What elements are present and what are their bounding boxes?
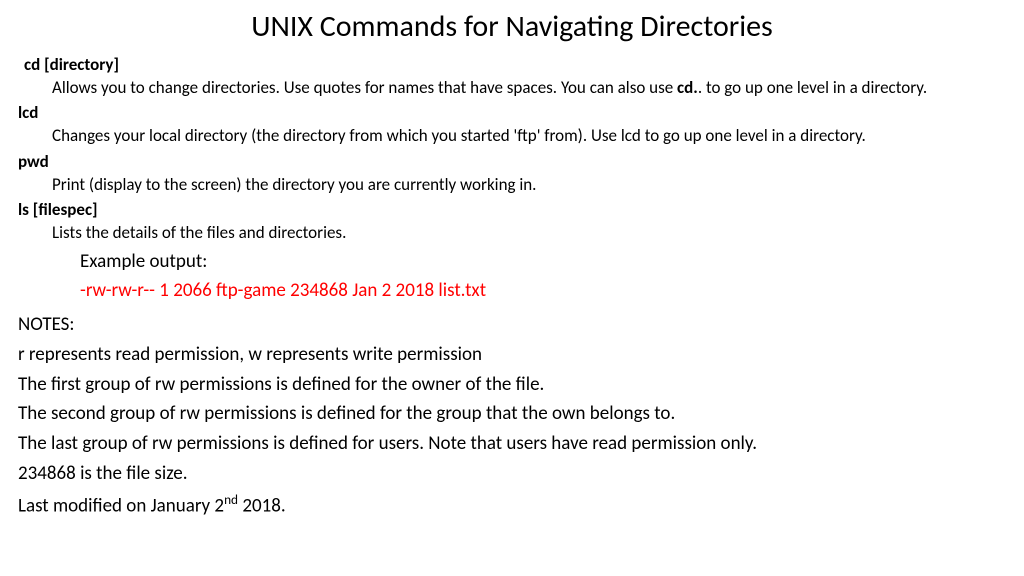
command-pwd: pwd [18,151,1006,172]
note-line-4: The last group of rw permissions is defi… [18,432,1006,456]
notes-header: NOTES: [18,313,1006,337]
cd-desc-before: Allows you to change directories. Use qu… [52,77,677,98]
note-line-3: The second group of rw permissions is de… [18,402,1006,426]
command-ls: ls [filespec] [18,199,1006,220]
note6-before: Last modified on January 2 [18,494,224,517]
example-label: Example output: [80,250,1006,274]
note-line-1: r represents read permission, w represen… [18,343,1006,367]
page-title: UNIX Commands for Navigating Directories [18,8,1006,46]
cd-desc-bold: cd. [677,77,698,98]
note-line-5: 234868 is the file size. [18,462,1006,486]
command-ls-desc: Lists the details of the files and direc… [52,222,1006,243]
note6-sup: nd [224,491,238,508]
command-pwd-desc: Print (display to the screen) the direct… [52,174,1006,195]
note6-after: 2018. [238,494,286,517]
command-cd-desc: Allows you to change directories. Use qu… [52,77,1006,98]
command-lcd: lcd [18,102,1006,123]
note-line-6: Last modified on January 2nd 2018. [18,492,1006,518]
command-lcd-desc: Changes your local directory (the direct… [52,125,1006,146]
command-cd: cd [directory] [24,54,1006,75]
note-line-2: The first group of rw permissions is def… [18,373,1006,397]
cd-desc-after: . to go up one level in a directory. [698,77,927,98]
example-output: -rw-rw-r-- 1 2066 ftp-game 234868 Jan 2 … [80,279,1006,303]
